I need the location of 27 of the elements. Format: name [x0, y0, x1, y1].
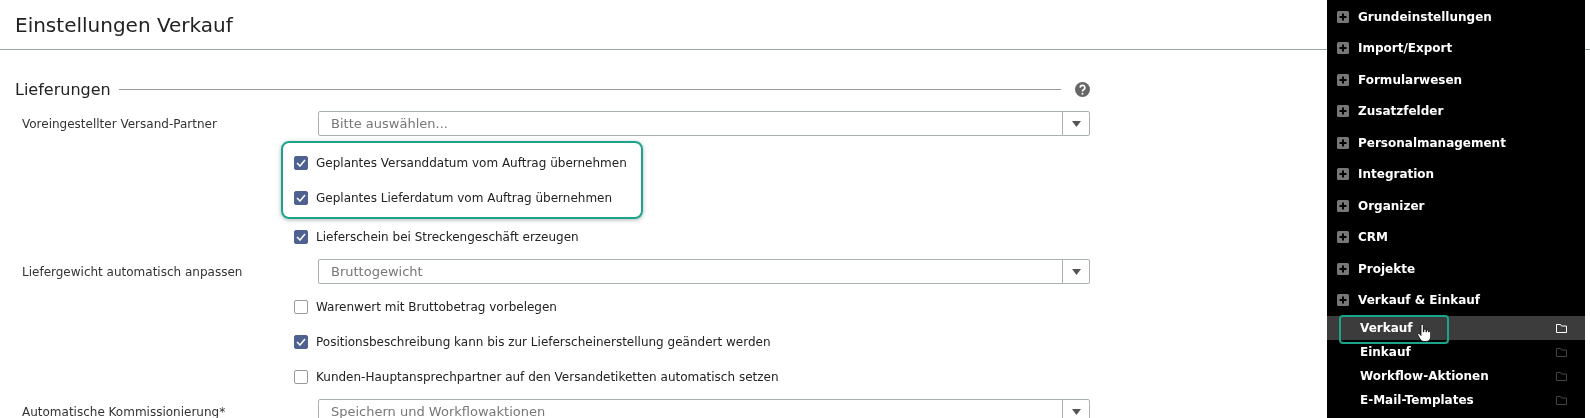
field-label: Liefergewicht automatisch anpassen	[21, 264, 244, 279]
menu-group[interactable]: Organizer	[1327, 190, 1585, 222]
menu-group[interactable]: Grundeinstellungen	[1327, 1, 1585, 33]
menu-group[interactable]: CRM	[1327, 221, 1585, 253]
dropdown[interactable]: Speichern und Workflowaktionen	[318, 399, 1090, 418]
menu-item[interactable]: Einkauf	[1327, 340, 1585, 364]
field-label: Voreingestellter Versand-Partner	[21, 116, 218, 131]
menu-group[interactable]: Zusatzfelder	[1327, 95, 1585, 127]
menu-group[interactable]: Projekte	[1327, 253, 1585, 285]
dropdown[interactable]: Bitte auswählen...	[318, 111, 1090, 136]
menu-group[interactable]: Personalmanagement	[1327, 127, 1585, 159]
checkbox-label: Positionsbeschreibung kann bis zur Lieferscheinerstellung geändert werden	[316, 334, 771, 349]
menu-group[interactable]: Import/Export	[1327, 32, 1585, 64]
field-label: Automatische Kommissionierung*	[21, 404, 227, 418]
checkbox-label: Geplantes Lieferdatum vom Auftrag übernehmen	[316, 190, 613, 205]
checkbox-label: Lieferschein bei Streckengeschäft erzeugen	[316, 229, 579, 244]
checkbox-label: Geplantes Versanddatum vom Auftrag übernehmen	[316, 155, 627, 170]
section-title: Lieferungen	[15, 79, 111, 99]
checkbox-label: Kunden-Hauptansprechpartner auf den Versandetiketten automatisch setzen	[316, 369, 779, 384]
page-title: Einstellungen Verkauf	[15, 12, 233, 37]
menu-item[interactable]: E-Mail-Templates	[1327, 388, 1585, 412]
checkbox-label: Warenwert mit Bruttobetrag vorbelegen	[316, 299, 557, 314]
dropdown[interactable]: Bruttogewicht	[318, 259, 1090, 284]
menu-item[interactable]: Workflow-Aktionen	[1327, 364, 1585, 388]
menu-group[interactable]: Formularwesen	[1327, 64, 1585, 96]
menu-group[interactable]: Integration	[1327, 158, 1585, 190]
menu-group[interactable]: Verkauf & Einkauf	[1327, 284, 1585, 316]
